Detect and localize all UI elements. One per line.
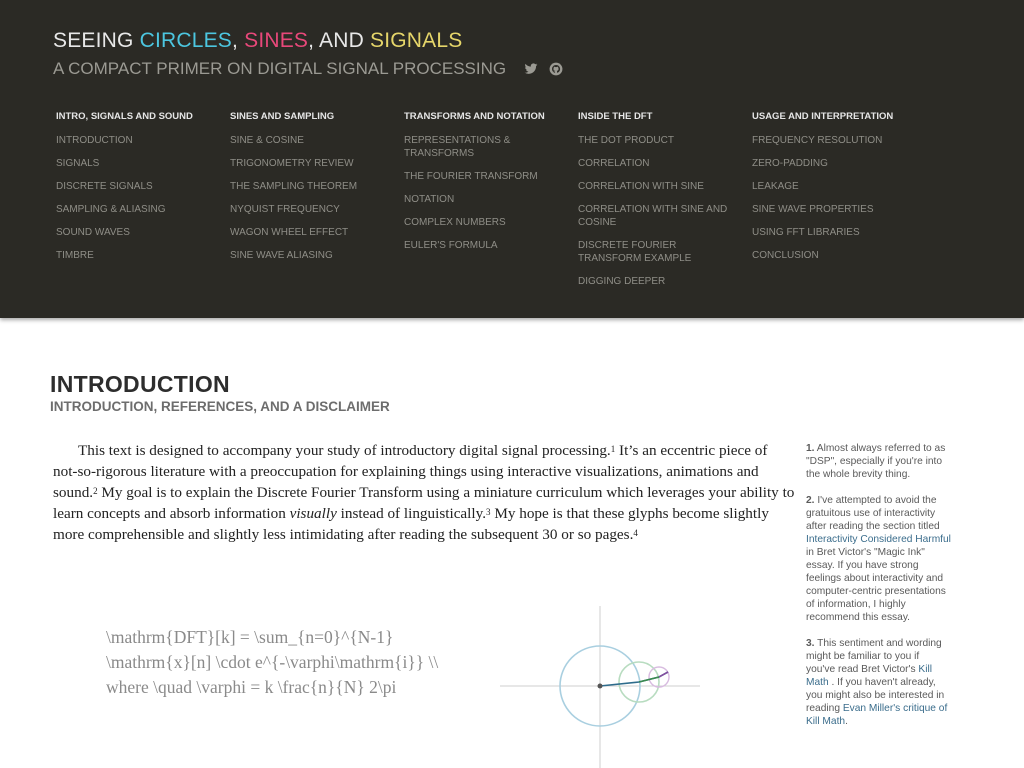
nav-link-sampling-aliasing[interactable]: SAMPLING & ALIASING <box>56 203 206 226</box>
emphasis-visually: visually <box>289 505 337 522</box>
nav-link-sampling-theorem[interactable]: THE SAMPLING THEOREM <box>230 180 380 203</box>
link-interactivity-considered-harmful[interactable]: Interactivity Considered Harmful <box>806 534 951 545</box>
nav-link-nyquist-frequency[interactable]: NYQUIST FREQUENCY <box>230 203 380 226</box>
sidenote-text: . <box>845 716 848 727</box>
page-subtitle: INTRODUCTION, REFERENCES, AND A DISCLAIM… <box>50 399 390 414</box>
title-signals: SIGNALS <box>370 29 463 52</box>
site-header: SEEING CIRCLES, SINES, AND SIGNALS A COM… <box>0 0 1024 318</box>
title-sines: SINES <box>244 29 309 52</box>
nav-link-zero-padding[interactable]: ZERO-PADDING <box>752 157 902 180</box>
nav-link-frequency-resolution[interactable]: FREQUENCY RESOLUTION <box>752 134 902 157</box>
twitter-icon[interactable] <box>524 62 538 76</box>
nav-heading: TRANSFORMS AND NOTATION <box>404 111 545 122</box>
dft-formula: \mathrm{DFT}[k] = \sum_{n=0}^{N-1} \math… <box>106 627 439 697</box>
nav-link-timbre[interactable]: TIMBRE <box>56 249 206 272</box>
nav-link-leakage[interactable]: LEAKAGE <box>752 180 902 203</box>
paragraph-text: This text is designed to accompany your … <box>78 442 611 459</box>
intro-paragraph: This text is designed to accompany your … <box>53 440 795 545</box>
nav-link-discrete-signals[interactable]: DISCRETE SIGNALS <box>56 180 206 203</box>
nav-link-sound-waves[interactable]: SOUND WAVES <box>56 226 206 249</box>
link-evan-miller[interactable]: Evan Miller's <box>843 703 900 714</box>
nav-link-dot-product[interactable]: THE DOT PRODUCT <box>578 134 728 157</box>
nav-column: INSIDE THE DFT THE DOT PRODUCT CORRELATI… <box>578 111 738 298</box>
epicycle-visualization[interactable] <box>500 606 700 768</box>
nav-link-sine-wave-aliasing[interactable]: SINE WAVE ALIASING <box>230 249 380 272</box>
page-title: INTRODUCTION <box>50 371 230 397</box>
nav-link-signals[interactable]: SIGNALS <box>56 157 206 180</box>
footnote-ref-1[interactable]: 1 <box>611 444 616 454</box>
nav-column: SINES AND SAMPLING SINE & COSINE TRIGONO… <box>230 111 390 272</box>
chapter-nav: INTRO, SIGNALS AND SOUND INTRODUCTION SI… <box>56 111 986 301</box>
site-subtitle: A COMPACT PRIMER ON DIGITAL SIGNAL PROCE… <box>53 59 507 78</box>
sidenotes: 1. Almost always referred to as "DSP", e… <box>806 442 951 741</box>
sidenote-text: in Bret Victor's "Magic Ink" essay. If y… <box>806 547 946 623</box>
footnote-ref-2[interactable]: 2 <box>93 486 98 496</box>
nav-link-representations-transforms[interactable]: REPRESENTATIONS & TRANSFORMS <box>404 134 554 170</box>
nav-link-trigonometry-review[interactable]: TRIGONOMETRY REVIEW <box>230 157 380 180</box>
nav-link-complex-numbers[interactable]: COMPLEX NUMBERS <box>404 216 554 239</box>
nav-heading: SINES AND SAMPLING <box>230 111 335 122</box>
viz-origin-dot <box>597 683 603 689</box>
nav-link-conclusion[interactable]: CONCLUSION <box>752 249 902 272</box>
nav-link-sine-cosine[interactable]: SINE & COSINE <box>230 134 380 157</box>
nav-link-correlation-sine-cosine[interactable]: CORRELATION WITH SINE AND COSINE <box>578 203 728 239</box>
nav-link-sine-wave-properties[interactable]: SINE WAVE PROPERTIES <box>752 203 902 226</box>
sidenote-number: 1. <box>806 443 815 454</box>
nav-heading: INTRO, SIGNALS AND SOUND <box>56 111 193 122</box>
github-icon[interactable] <box>549 62 563 76</box>
viz-phasor-segment <box>658 671 669 678</box>
nav-link-correlation[interactable]: CORRELATION <box>578 157 728 180</box>
nav-link-notation[interactable]: NOTATION <box>404 193 554 216</box>
nav-link-eulers-formula[interactable]: EULER'S FORMULA <box>404 239 554 262</box>
nav-link-dft-example[interactable]: DISCRETE FOURIER TRANSFORM EXAMPLE <box>578 239 728 275</box>
sidenote-text: I've attempted to avoid the gratuitous u… <box>806 495 940 532</box>
sidenote-number: 2. <box>806 495 815 506</box>
footnote-ref-3[interactable]: 3 <box>486 507 491 517</box>
nav-heading: INSIDE THE DFT <box>578 111 653 122</box>
nav-link-introduction[interactable]: INTRODUCTION <box>56 134 206 157</box>
sidenote-number: 3. <box>806 638 815 649</box>
sidenote-2: 2. I've attempted to avoid the gratuitou… <box>806 494 951 624</box>
sidenote-1: 1. Almost always referred to as "DSP", e… <box>806 442 951 481</box>
paragraph-text: instead of linguistically. <box>336 505 487 522</box>
footnote-ref-4[interactable]: 4 <box>633 528 638 538</box>
nav-heading: USAGE AND INTERPRETATION <box>752 111 894 122</box>
title-sep: , <box>232 29 245 52</box>
nav-link-digging-deeper[interactable]: DIGGING DEEPER <box>578 275 728 298</box>
nav-link-correlation-with-sine[interactable]: CORRELATION WITH SINE <box>578 180 728 203</box>
title-circles: CIRCLES <box>139 29 233 52</box>
sidenote-3: 3. This sentiment and wording might be f… <box>806 637 951 728</box>
nav-column: INTRO, SIGNALS AND SOUND INTRODUCTION SI… <box>56 111 216 272</box>
nav-link-fourier-transform[interactable]: THE FOURIER TRANSFORM <box>404 170 554 193</box>
nav-column: USAGE AND INTERPRETATION FREQUENCY RESOL… <box>752 111 912 272</box>
nav-column: TRANSFORMS AND NOTATION REPRESENTATIONS … <box>404 111 564 262</box>
site-title[interactable]: SEEING CIRCLES, SINES, AND SIGNALS <box>53 28 462 54</box>
nav-link-wagon-wheel-effect[interactable]: WAGON WHEEL EFFECT <box>230 226 380 249</box>
title-seeing: SEEING <box>53 29 140 52</box>
nav-link-fft-libraries[interactable]: USING FFT LIBRARIES <box>752 226 902 249</box>
sidenote-text: Almost always referred to as "DSP", espe… <box>806 443 946 480</box>
title-sep: , AND <box>308 29 371 52</box>
